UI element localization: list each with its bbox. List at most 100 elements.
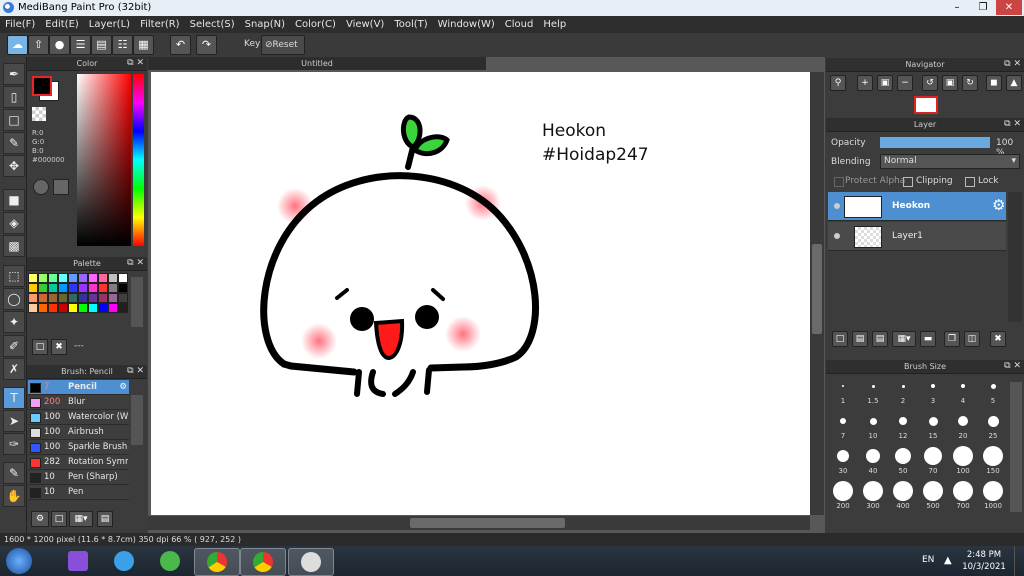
brush-size-option[interactable]: 50	[888, 445, 918, 475]
brush-size-option[interactable]: 12	[888, 410, 918, 440]
new-1bit-layer-icon[interactable]: ▤	[872, 331, 888, 347]
palette-swatch[interactable]	[68, 273, 78, 283]
menu-help[interactable]: Help	[538, 16, 571, 33]
palette-swatch[interactable]	[78, 303, 88, 313]
fill-rect-icon[interactable]: ■	[3, 189, 25, 211]
saturation-value-picker[interactable]	[77, 74, 131, 246]
brush-size-option[interactable]: 150	[978, 445, 1008, 475]
zoom-out-icon[interactable]: −	[897, 75, 913, 91]
palette-swatch[interactable]	[68, 283, 78, 293]
clipping-checkbox[interactable]	[903, 177, 913, 187]
brush-size-option[interactable]: 700	[948, 480, 978, 510]
brush-size-option[interactable]: 7	[828, 410, 858, 440]
brush-row[interactable]: 7 Pencil ⚙	[28, 380, 129, 395]
foreground-color-swatch[interactable]	[32, 76, 52, 96]
brush-size-option[interactable]: 300	[858, 480, 888, 510]
merge-layer-icon[interactable]: ◫	[964, 331, 980, 347]
panel-close-icon[interactable]: ⧉ ✕	[1004, 118, 1021, 131]
palette-swatch[interactable]	[118, 303, 128, 313]
palette-swatch[interactable]	[118, 283, 128, 293]
palette-swatch[interactable]	[58, 293, 68, 303]
list-icon[interactable]: ☷	[112, 35, 133, 55]
hue-slider[interactable]	[133, 74, 144, 246]
folder-icon[interactable]: ▬	[920, 331, 936, 347]
brush-size-option[interactable]: 400	[888, 480, 918, 510]
brush-size-option[interactable]: 40	[858, 445, 888, 475]
menu-tool[interactable]: Tool(T)	[389, 16, 432, 33]
taskbar-chrome-2[interactable]	[240, 548, 286, 576]
palette-swatch[interactable]	[28, 293, 38, 303]
protect-alpha-checkbox[interactable]	[834, 177, 844, 187]
add-brush-icon[interactable]: ▦▾	[69, 511, 93, 527]
palette-swatch[interactable]	[98, 283, 108, 293]
taskbar-visual-studio[interactable]	[56, 548, 100, 574]
palette-swatch[interactable]	[38, 303, 48, 313]
new-brush-icon[interactable]: □	[51, 511, 67, 527]
add-layer-menu-icon[interactable]: ▦▾	[892, 331, 916, 347]
taskbar-app[interactable]	[148, 548, 192, 574]
vertical-scroll-thumb[interactable]	[812, 244, 822, 334]
menu-layer[interactable]: Layer(L)	[84, 16, 135, 33]
panel-close-icon[interactable]: ⧉ ✕	[1004, 58, 1021, 71]
palette-swatch[interactable]	[38, 293, 48, 303]
start-button[interactable]	[6, 548, 32, 574]
rect-select-icon[interactable]: □	[3, 109, 25, 131]
cloud-icon[interactable]: ☁	[7, 35, 28, 55]
magic-wand-icon[interactable]: ✦	[3, 311, 25, 333]
panel-close-icon[interactable]: ⧉ ✕	[127, 365, 144, 378]
palette-swatch[interactable]	[98, 303, 108, 313]
new-layer-icon[interactable]: □	[832, 331, 848, 347]
delete-layer-icon[interactable]: ✖	[990, 331, 1006, 347]
panel-close-icon[interactable]: ⧉ ✕	[127, 257, 144, 270]
menu-select[interactable]: Select(S)	[185, 16, 240, 33]
panel-close-icon[interactable]: ⧉ ✕	[127, 57, 144, 70]
lock-checkbox[interactable]	[965, 177, 975, 187]
lasso-icon[interactable]: ◯	[3, 288, 25, 310]
brush-size-option[interactable]: 2	[888, 375, 918, 405]
text-icon[interactable]: T	[3, 387, 25, 409]
brush-size-option[interactable]: 3	[918, 375, 948, 405]
palette-swatch[interactable]	[118, 293, 128, 303]
new-palette-icon[interactable]: □	[32, 339, 48, 355]
palette-swatch[interactable]	[58, 273, 68, 283]
drawing-canvas[interactable]: Heokon #Hoidap247	[151, 72, 810, 515]
layer-scrollbar[interactable]	[1008, 192, 1022, 322]
brush-size-option[interactable]: 100	[948, 445, 978, 475]
brush-settings-icon[interactable]: ⚙	[31, 511, 49, 527]
palette-swatch[interactable]	[28, 303, 38, 313]
brush-size-option[interactable]: 5	[978, 375, 1008, 405]
menu-snap[interactable]: Snap(N)	[240, 16, 290, 33]
palette-swatch[interactable]	[88, 273, 98, 283]
close-button[interactable]: ✕	[996, 0, 1022, 15]
pen-icon[interactable]: ✎	[3, 132, 25, 154]
operation-icon[interactable]: ➤	[3, 410, 25, 432]
palette-swatch[interactable]	[68, 303, 78, 313]
palette-swatch[interactable]	[108, 283, 118, 293]
brush-row[interactable]: 10 Pen (Sharp)	[28, 470, 129, 485]
palette-swatch[interactable]	[98, 293, 108, 303]
palette-swatch[interactable]	[118, 273, 128, 283]
brush-size-option[interactable]: 1.5	[858, 375, 888, 405]
gear-icon[interactable]: ⚙	[119, 380, 127, 394]
palette-swatch[interactable]	[28, 283, 38, 293]
brush-doc-icon[interactable]: ▤	[97, 511, 113, 527]
brush-row[interactable]: 100 Airbrush	[28, 425, 129, 440]
palette-swatch[interactable]	[28, 273, 38, 283]
brush-size-option[interactable]: 4	[948, 375, 978, 405]
horizontal-scroll-thumb[interactable]	[410, 518, 565, 528]
brush-size-option[interactable]: 200	[828, 480, 858, 510]
brush-size-option[interactable]: 500	[918, 480, 948, 510]
brush-icon[interactable]: ✒	[3, 63, 25, 85]
palette-swatch[interactable]	[68, 293, 78, 303]
brush-row[interactable]: 200 Blur	[28, 395, 129, 410]
rotate-right-icon[interactable]: ↻	[962, 75, 978, 91]
brush-size-option[interactable]: 70	[918, 445, 948, 475]
brush-size-option[interactable]: 30	[828, 445, 858, 475]
gradient-icon[interactable]: ▩	[3, 235, 25, 257]
fit-screen-icon[interactable]: ▣	[877, 75, 893, 91]
visibility-icon[interactable]	[834, 233, 840, 239]
brush-row[interactable]: 10 Pen	[28, 485, 129, 500]
palette-swatch[interactable]	[108, 303, 118, 313]
palette-scrollbar[interactable]	[131, 277, 143, 327]
rotate-left-icon[interactable]: ↺	[922, 75, 938, 91]
